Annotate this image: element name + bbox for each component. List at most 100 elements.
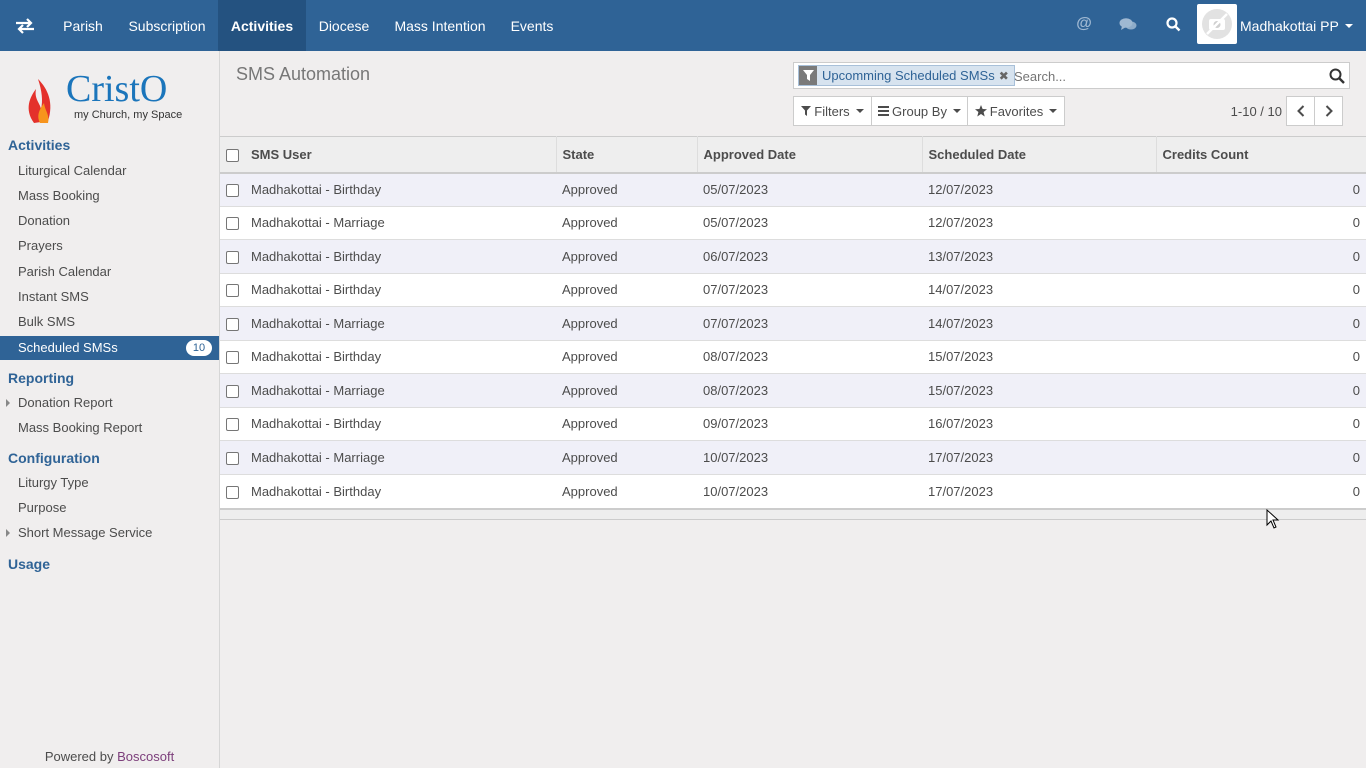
row-select-cell	[220, 339, 245, 374]
search-icon[interactable]	[1329, 68, 1345, 84]
expand-triangle-icon[interactable]	[6, 399, 10, 407]
sidebar-item-parish-calendar[interactable]: Parish Calendar	[18, 264, 111, 279]
sidebar-item-scheduled-smss[interactable]: Scheduled SMSs 10	[0, 336, 219, 360]
pager-next-button[interactable]	[1314, 96, 1343, 126]
page-title[interactable]: SMS Automation	[236, 64, 370, 85]
sidebar-item-prayers[interactable]: Prayers	[18, 238, 63, 253]
avatar[interactable]	[1197, 4, 1237, 44]
app-switch-icon[interactable]	[0, 0, 50, 51]
row-checkbox[interactable]	[226, 317, 239, 331]
cell-scheduled-date: 17/07/2023	[922, 473, 1156, 508]
expand-triangle-icon[interactable]	[6, 529, 10, 537]
column-header-credits-count[interactable]: Credits Count	[1156, 136, 1366, 174]
sms-automation-table: SMS User State Approved Date Scheduled D…	[220, 136, 1366, 508]
table-row[interactable]: Madhakottai - Marriage Approved 08/07/20…	[220, 373, 1366, 407]
chat-icon[interactable]	[1118, 14, 1138, 34]
sidebar-item-mass-booking-report[interactable]: Mass Booking Report	[18, 420, 142, 435]
menu-events[interactable]: Events	[498, 0, 566, 51]
filters-button[interactable]: Filters	[793, 96, 872, 126]
sidebar-item-mass-booking[interactable]: Mass Booking	[18, 188, 100, 203]
powered-by-brand[interactable]: Boscosoft	[117, 749, 174, 764]
star-icon	[974, 105, 987, 117]
table-row[interactable]: Madhakottai - Birthday Approved 07/07/20…	[220, 272, 1366, 307]
cell-approved-date: 07/07/2023	[697, 272, 922, 307]
table-row[interactable]: Madhakottai - Birthday Approved 05/07/20…	[220, 172, 1366, 206]
cell-credits-count: 0	[1156, 306, 1366, 340]
cell-approved-date: 09/07/2023	[697, 406, 922, 441]
cell-credits-count: 0	[1156, 172, 1366, 206]
row-checkbox[interactable]	[226, 284, 239, 298]
search-facet[interactable]: Upcomming Scheduled SMSs ✖	[798, 65, 1015, 86]
pager-value[interactable]: 1-10 / 10	[1220, 96, 1282, 126]
search-input[interactable]	[1014, 66, 1314, 86]
column-header-scheduled-date[interactable]: Scheduled Date	[922, 136, 1157, 174]
sidebar-section-activities[interactable]: Activities	[8, 137, 70, 153]
sidebar-item-bulk-sms[interactable]: Bulk SMS	[18, 314, 75, 329]
column-header-approved-date[interactable]: Approved Date	[697, 136, 923, 174]
table-row[interactable]: Madhakottai - Birthday Approved 10/07/20…	[220, 473, 1366, 508]
sidebar-section-usage[interactable]: Usage	[8, 556, 50, 572]
group-by-label: Group By	[892, 103, 947, 119]
select-all-cell	[220, 136, 245, 174]
row-checkbox[interactable]	[226, 485, 239, 499]
close-icon[interactable]: ✖	[999, 69, 1011, 83]
cell-credits-count: 0	[1156, 473, 1366, 508]
table-row[interactable]: Madhakottai - Marriage Approved 05/07/20…	[220, 205, 1366, 240]
column-header-state[interactable]: State	[556, 136, 698, 174]
favorites-label: Favorites	[989, 103, 1044, 119]
sidebar-item-donation[interactable]: Donation	[18, 213, 70, 228]
sidebar-section-configuration[interactable]: Configuration	[8, 450, 100, 466]
sidebar-section-reporting[interactable]: Reporting	[8, 370, 74, 386]
cell-sms-user: Madhakottai - Birthday	[245, 239, 556, 273]
search-icon[interactable]	[1163, 14, 1183, 34]
cell-state: Approved	[556, 440, 697, 474]
powered-by: Powered by Boscosoft	[0, 749, 219, 764]
row-checkbox[interactable]	[226, 351, 239, 365]
cell-sms-user: Madhakottai - Birthday	[245, 339, 556, 374]
filters-label: Filters	[814, 103, 850, 119]
menu-parish[interactable]: Parish	[50, 0, 116, 51]
chevron-down-icon	[952, 109, 961, 113]
row-select-cell	[220, 306, 245, 340]
powered-by-prefix: Powered by	[44, 749, 114, 764]
table-row[interactable]: Madhakottai - Marriage Approved 10/07/20…	[220, 440, 1366, 474]
sidebar-item-donation-report[interactable]: Donation Report	[18, 395, 113, 410]
menu-subscription[interactable]: Subscription	[116, 0, 218, 51]
cell-approved-date: 08/07/2023	[697, 339, 922, 374]
menu-mass-intention[interactable]: Mass Intention	[382, 0, 498, 51]
search-bar[interactable]: Upcomming Scheduled SMSs ✖	[793, 62, 1350, 89]
select-all-checkbox[interactable]	[226, 148, 239, 162]
user-menu[interactable]: Madhakottai PP	[1240, 0, 1353, 51]
row-checkbox[interactable]	[226, 250, 239, 264]
row-checkbox[interactable]	[226, 184, 239, 198]
row-checkbox[interactable]	[226, 384, 239, 398]
table-row[interactable]: Madhakottai - Marriage Approved 07/07/20…	[220, 306, 1366, 340]
top-navbar: Parish Subscription Activities Diocese M…	[0, 0, 1366, 51]
table-row[interactable]: Madhakottai - Birthday Approved 08/07/20…	[220, 339, 1366, 374]
row-select-cell	[220, 272, 245, 307]
row-checkbox[interactable]	[226, 418, 239, 432]
sidebar-item-short-message-service[interactable]: Short Message Service	[18, 525, 152, 540]
cell-state: Approved	[556, 205, 697, 240]
sidebar-item-liturgical-calendar[interactable]: Liturgical Calendar	[18, 163, 126, 178]
mention-icon[interactable]: @	[1074, 14, 1094, 34]
menu-diocese[interactable]: Diocese	[306, 0, 382, 51]
cell-sms-user: Madhakottai - Birthday	[245, 172, 556, 206]
table-row[interactable]: Madhakottai - Birthday Approved 09/07/20…	[220, 406, 1366, 441]
cell-state: Approved	[556, 406, 697, 441]
row-checkbox[interactable]	[226, 451, 239, 465]
sidebar-item-purpose[interactable]: Purpose	[18, 500, 66, 515]
menu-activities[interactable]: Activities	[218, 0, 306, 51]
cell-state: Approved	[556, 339, 697, 374]
cell-scheduled-date: 12/07/2023	[922, 205, 1156, 240]
favorites-button[interactable]: Favorites	[967, 96, 1065, 126]
table-row[interactable]: Madhakottai - Birthday Approved 06/07/20…	[220, 239, 1366, 273]
chevron-down-icon	[855, 109, 864, 113]
sidebar-item-liturgy-type[interactable]: Liturgy Type	[18, 475, 89, 490]
pager-previous-button[interactable]	[1286, 96, 1315, 126]
column-header-sms-user[interactable]: SMS User	[245, 136, 557, 174]
sidebar-item-instant-sms[interactable]: Instant SMS	[18, 289, 89, 304]
row-checkbox[interactable]	[226, 217, 239, 231]
group-by-button[interactable]: Group By	[871, 96, 968, 126]
cell-scheduled-date: 14/07/2023	[922, 272, 1156, 307]
